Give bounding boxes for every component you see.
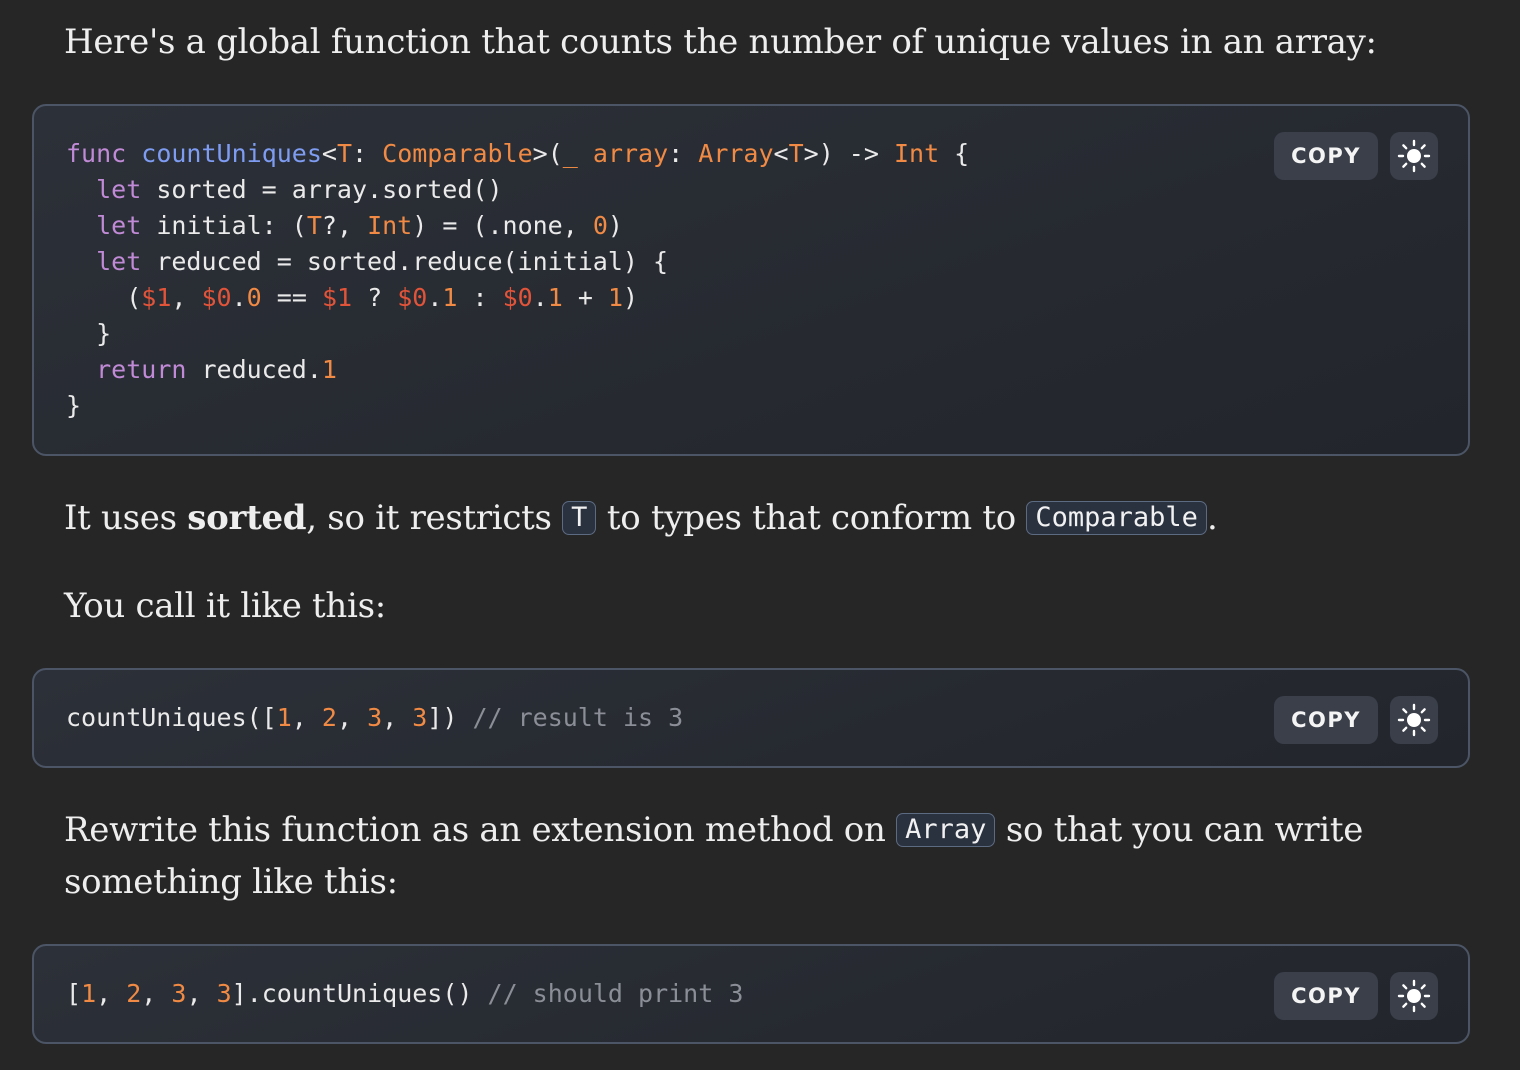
copy-button[interactable]: COPY	[1274, 972, 1378, 1020]
code-toolbar: COPY	[1274, 696, 1438, 744]
uses-text-2: , so it restricts	[306, 498, 563, 538]
inline-code-array: Array	[896, 813, 996, 847]
sun-icon	[1397, 979, 1431, 1013]
code-block-function: func countUniques<T: Comparable>(_ array…	[32, 104, 1470, 456]
code-content: func countUniques<T: Comparable>(_ array…	[66, 139, 970, 420]
copy-button[interactable]: COPY	[1274, 696, 1378, 744]
inline-code-comparable: Comparable	[1026, 501, 1207, 535]
theme-toggle-button[interactable]	[1390, 696, 1438, 744]
code-block-call: countUniques([1, 2, 3, 3]) // result is …	[32, 668, 1470, 768]
call-text: You call it like this:	[64, 586, 386, 626]
code-content: countUniques([1, 2, 3, 3]) // result is …	[66, 703, 684, 732]
uses-paragraph: It uses sorted, so it restricts T to typ…	[64, 492, 1218, 544]
code-content: [1, 2, 3, 3].countUniques() // should pr…	[66, 979, 744, 1008]
theme-toggle-button[interactable]	[1390, 972, 1438, 1020]
inline-code-t: T	[562, 501, 597, 535]
intro-paragraph: Here's a global function that counts the…	[64, 16, 1377, 68]
rewrite-paragraph: Rewrite this function as an extension me…	[64, 804, 1363, 908]
bold-sorted: sorted	[187, 498, 307, 538]
uses-text-1: It uses	[64, 498, 188, 538]
uses-text-4: .	[1206, 498, 1218, 538]
copy-button[interactable]: COPY	[1274, 132, 1378, 180]
chat-message: Here's a global function that counts the…	[0, 0, 1520, 1070]
code-block-extension: [1, 2, 3, 3].countUniques() // should pr…	[32, 944, 1470, 1044]
call-paragraph: You call it like this:	[64, 580, 386, 632]
code-toolbar: COPY	[1274, 972, 1438, 1020]
intro-text: Here's a global function that counts the…	[64, 22, 1377, 62]
theme-toggle-button[interactable]	[1390, 132, 1438, 180]
uses-text-3: to types that conform to	[596, 498, 1027, 538]
code-toolbar: COPY	[1274, 132, 1438, 180]
sun-icon	[1397, 139, 1431, 173]
rewrite-text-3: something like this:	[64, 862, 398, 902]
rewrite-text-1: Rewrite this function as an extension me…	[64, 810, 897, 850]
rewrite-text-2: so that you can write	[995, 810, 1364, 850]
sun-icon	[1397, 703, 1431, 737]
